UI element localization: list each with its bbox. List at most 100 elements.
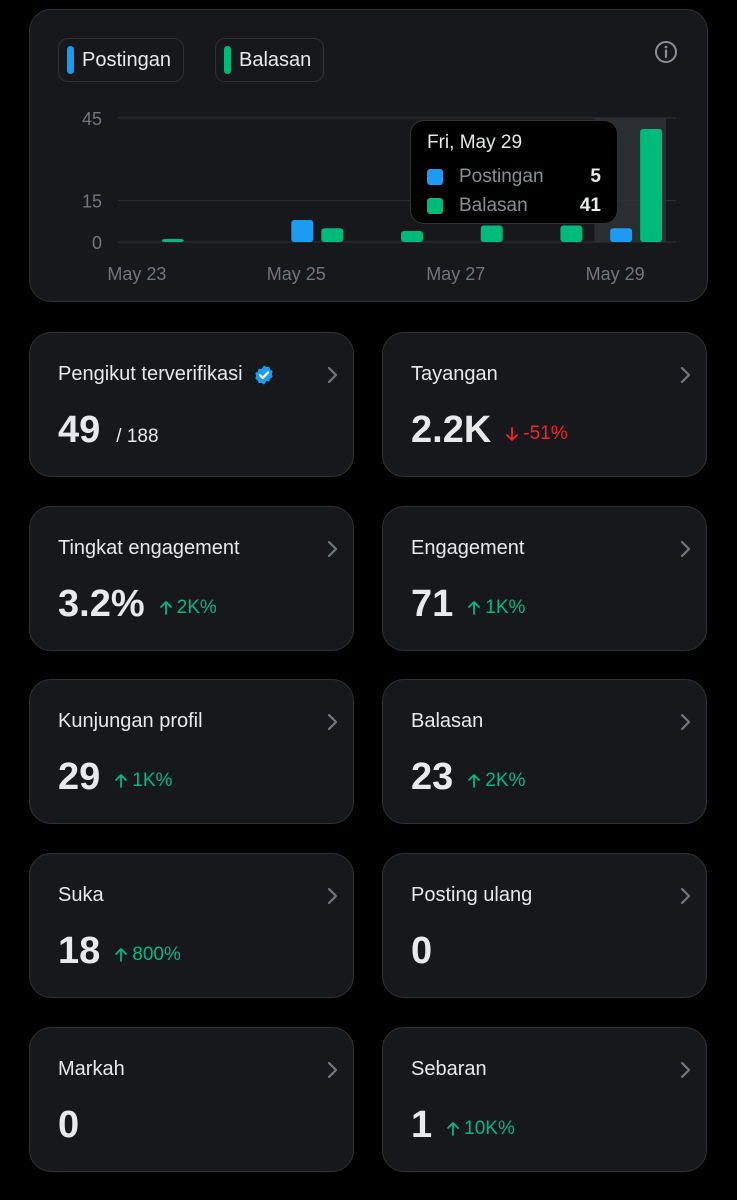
metric-card-tayangan[interactable]: Tayangan 2.2K -51% [382,332,707,477]
arrow-up-icon [159,601,172,615]
chevron-right-icon [327,887,338,905]
chevron-right-icon [327,1061,338,1079]
card-value-row: 29 1K% [58,756,172,799]
card-title-text: Markah [58,1058,125,1080]
tooltip-date: Fri, May 29 [427,132,523,153]
card-value: 3.2% [58,583,145,625]
card-delta: 2K% [159,597,217,619]
card-title: Suka [58,884,104,907]
x-tick-label: May 29 [586,264,645,284]
chevron-right-icon [327,540,338,558]
card-delta-text: 2K% [176,597,217,618]
tooltip-row-balasan: Balasan 41 [427,191,601,220]
x-tick-label: May 23 [107,264,166,284]
card-delta-text: 800% [132,944,181,965]
arrow-down-icon [506,427,519,441]
card-value: 49 [58,409,101,451]
card-value-row: 1 10K% [411,1104,515,1147]
card-title-text: Pengikut terverifikasi [58,363,243,385]
bar-postingan-2 [291,219,314,242]
x-tick-label: May 27 [426,264,485,284]
tooltip-row-postingan: Postingan 5 [427,162,601,191]
tooltip-value: 41 [579,194,601,216]
card-title-text: Tayangan [411,363,498,385]
card-delta-text: 1K% [485,597,526,618]
card-delta: 2K% [467,770,525,792]
card-delta: 1K% [114,770,172,792]
card-value: 0 [411,930,433,972]
card-title: Engagement [411,537,524,560]
y-tick-label: 45 [82,109,102,129]
card-value-row: 3.2% 2K% [58,583,217,626]
chevron-right-icon [680,366,691,384]
card-value-row: 0 [58,1104,79,1147]
card-value: 2.2K [411,409,492,451]
card-delta: 10K% [446,1118,515,1140]
card-delta-text: 2K% [485,770,526,791]
metric-card-posting-ulang[interactable]: Posting ulang 0 [382,853,707,998]
chevron-right-icon [680,1061,691,1079]
card-title-text: Suka [58,884,104,906]
y-tick-label: 0 [92,233,102,253]
card-value-row: 2.2K -51% [411,409,568,452]
chevron-right-icon [327,366,338,384]
card-title-text: Sebaran [411,1058,487,1080]
metric-card-pengikut-terverifikasi[interactable]: Pengikut terverifikasi 49 / 188 [29,332,354,477]
card-delta-text: -51% [523,423,568,444]
x-tick-label: May 25 [267,264,326,284]
bar-balasan-2 [321,228,344,242]
card-value: 18 [58,930,101,972]
card-title: Tayangan [411,363,498,386]
metric-card-tingkat-engagement[interactable]: Tingkat engagement 3.2% 2K% [29,506,354,651]
chart-panel: Postingan Balasan 45 15 0 May 23 May 25 May 2… [29,9,708,302]
card-delta: 1K% [467,597,525,619]
metric-card-markah[interactable]: Markah 0 [29,1027,354,1172]
metric-card-kunjungan-profil[interactable]: Kunjungan profil 29 1K% [29,679,354,824]
chart-tooltip: Fri, May 29 Postingan 5 Balasan 41 [410,120,618,224]
arrow-up-icon [447,1122,460,1136]
chevron-right-icon [680,713,691,731]
card-title: Markah [58,1058,125,1081]
y-tick-label: 15 [82,192,102,212]
card-value: 1 [411,1104,433,1146]
card-subvalue: / 188 [116,426,159,447]
card-delta: -51% [505,423,568,445]
tooltip-swatch [427,168,443,185]
bar-balasan-6 [640,129,663,242]
bar-balasan-0 [161,239,184,242]
card-title: Pengikut terverifikasi [58,363,275,386]
card-title-text: Tingkat engagement [58,537,240,559]
card-value-row: 18 800% [58,930,181,973]
card-value-row: 71 1K% [411,583,525,626]
arrow-up-icon [115,948,128,962]
metric-card-suka[interactable]: Suka 18 800% [29,853,354,998]
bar-postingan-6 [610,228,633,242]
card-value: 29 [58,756,101,798]
card-delta: 800% [114,944,181,966]
card-title-text: Balasan [411,710,484,732]
tooltip-label: Balasan [459,194,528,216]
metric-card-balasan[interactable]: Balasan 23 2K% [382,679,707,824]
tooltip-swatch [427,197,443,214]
metric-card-sebaran[interactable]: Sebaran 1 10K% [382,1027,707,1172]
chevron-right-icon [680,540,691,558]
card-title: Posting ulang [411,884,532,907]
verified-badge-icon [254,364,273,385]
chevron-right-icon [680,887,691,905]
card-title: Balasan [411,710,483,733]
card-value-row: 0 [411,930,432,973]
card-title-text: Posting ulang [411,884,533,906]
arrow-up-icon [468,601,481,615]
card-value-row: 49 / 188 [58,409,159,452]
card-title: Kunjungan profil [58,710,203,733]
bar-balasan-4 [480,225,503,242]
card-title: Sebaran [411,1058,487,1081]
metric-card-engagement[interactable]: Engagement 71 1K% [382,506,707,651]
card-value-row: 23 2K% [411,756,525,799]
card-title-text: Engagement [411,537,525,559]
tooltip-label: Postingan [459,165,544,187]
card-delta-text: 10K% [464,1118,515,1139]
card-title-text: Kunjungan profil [58,710,203,732]
tooltip-value: 5 [590,165,601,187]
card-value: 23 [411,756,454,798]
